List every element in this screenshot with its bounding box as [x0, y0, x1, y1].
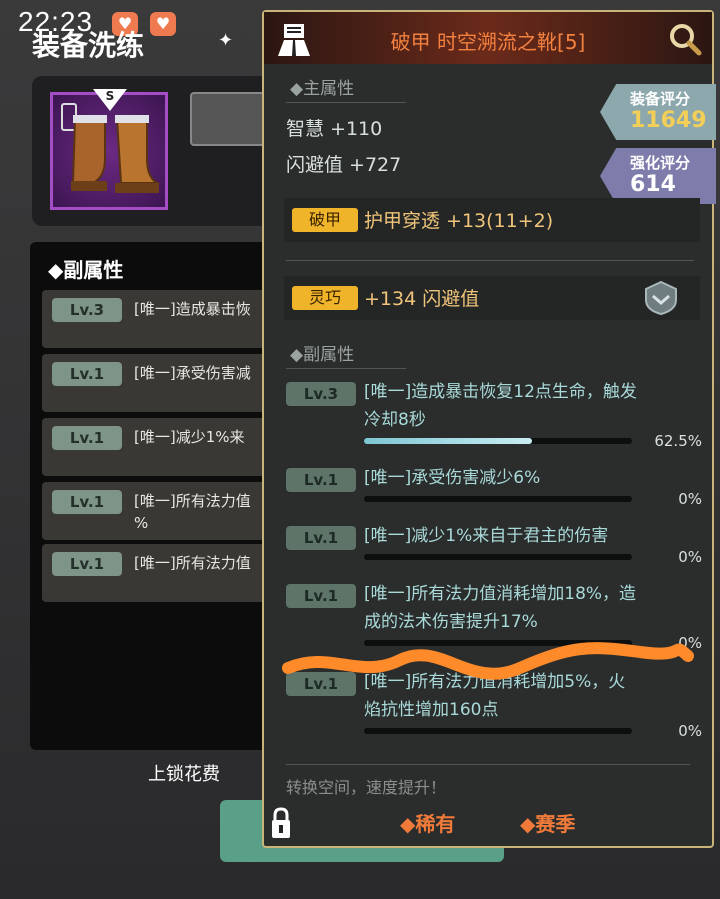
- divider: [286, 368, 406, 369]
- substat-text: [唯一]承受伤害减: [134, 364, 251, 382]
- left-substat-row[interactable]: Lv.1 [唯一]所有法力值: [42, 544, 270, 602]
- level-tag: Lv.1: [286, 468, 356, 492]
- progress-bar: [364, 728, 632, 734]
- level-tag: Lv.1: [52, 426, 122, 450]
- divider: [286, 102, 406, 103]
- enhance-score-label: 强化评分: [630, 154, 691, 172]
- substat-text: [唯一]减少1%来: [134, 428, 245, 446]
- level-tag: Lv.1: [52, 490, 122, 514]
- level-tag: Lv.1: [286, 584, 356, 608]
- effect-tag: 破甲: [292, 208, 358, 232]
- progress-percent: 0%: [678, 548, 702, 566]
- flavor-text: 转换空间，速度提升！: [286, 778, 447, 797]
- equip-score-flag: 装备评分 11649: [600, 84, 716, 140]
- level-tag: Lv.3: [52, 298, 122, 322]
- main-attr: 智慧 +110: [286, 118, 383, 140]
- equip-score-label: 装备评分: [630, 90, 691, 108]
- page-title: 装备洗练: [32, 29, 145, 62]
- substat-text-line2: %: [134, 514, 149, 532]
- effect-text: 护甲穿透 +13(11+2): [364, 210, 554, 232]
- substat-text: [唯一]减少1%来自于君主的伤害: [364, 526, 609, 546]
- effect-row: 破甲 护甲穿透 +13(11+2): [284, 198, 700, 242]
- level-tag: Lv.1: [52, 362, 122, 386]
- magnifier-icon[interactable]: [668, 22, 702, 56]
- substat-text: [唯一]造成暴击恢复12点生命，触发: [364, 382, 637, 402]
- left-substat-row[interactable]: Lv.1 [唯一]承受伤害减: [42, 354, 270, 412]
- boots-icon: [71, 115, 161, 193]
- level-tag: Lv.1: [52, 552, 122, 576]
- item-tooltip: 破甲 时空溯流之靴[5] ◆主属性 智慧 +110 闪避值 +727 装备评分 …: [262, 10, 716, 848]
- level-tag: Lv.1: [286, 526, 356, 550]
- divider: [286, 260, 694, 261]
- enhance-score-flag: 强化评分 614: [600, 148, 716, 204]
- left-substats-panel: ◆副属性 Lv.3 [唯一]造成暴击恢 Lv.1 [唯一]承受伤害减 Lv.1 …: [30, 242, 270, 750]
- progress-percent: 0%: [678, 722, 702, 740]
- shield-icon: [645, 280, 677, 316]
- left-substat-row[interactable]: Lv.1 [唯一]减少1%来: [42, 418, 270, 476]
- substat-text: 成的法术伤害提升17%: [364, 612, 538, 632]
- rarity-tag: ◆稀有: [400, 812, 456, 836]
- rank-badge: S: [93, 89, 127, 111]
- progress-bar: [364, 640, 632, 646]
- left-substat-row[interactable]: Lv.3 [唯一]造成暴击恢: [42, 290, 270, 348]
- arrow-icon[interactable]: ✦: [218, 30, 233, 51]
- tooltip-title: 破甲 时空溯流之靴[5]: [390, 30, 586, 54]
- main-attr-label: ◆主属性: [290, 79, 355, 99]
- lock-icon[interactable]: [270, 806, 292, 840]
- substat-text: [唯一]所有法力值消耗增加5%，火: [364, 672, 626, 692]
- progress-bar: [364, 554, 632, 560]
- effect-row: 灵巧 +134 闪避值: [284, 276, 700, 320]
- progress-bar: [364, 438, 632, 444]
- substat-text: [唯一]所有法力值: [134, 554, 251, 572]
- progress-bar: [364, 496, 632, 502]
- season-tag: ◆赛季: [520, 812, 576, 836]
- item-slot[interactable]: S: [50, 89, 168, 210]
- progress-percent: 0%: [678, 634, 702, 652]
- progress-percent: 62.5%: [654, 432, 702, 450]
- level-tag: Lv.1: [286, 672, 356, 696]
- left-substat-row[interactable]: Lv.1 [唯一]所有法力值 %: [42, 482, 270, 540]
- effect-tag: 灵巧: [292, 286, 358, 310]
- lock-cost-label: 上锁花费: [148, 764, 220, 785]
- material-slot[interactable]: [190, 92, 270, 146]
- substat-text: 冷却8秒: [364, 410, 426, 430]
- divider: [286, 764, 690, 765]
- level-tag: Lv.3: [286, 382, 356, 406]
- notification-icon: ♥: [150, 12, 176, 36]
- sub-attr-label: ◆副属性: [290, 345, 355, 365]
- substat-text: 焰抗性增加160点: [364, 700, 499, 720]
- substat-text: [唯一]承受伤害减少6%: [364, 468, 541, 488]
- equip-score-value: 11649: [630, 108, 707, 133]
- main-attr: 闪避值 +727: [286, 154, 402, 176]
- substat-text: [唯一]造成暴击恢: [134, 300, 251, 318]
- progress-percent: 0%: [678, 490, 702, 508]
- left-substats-title: ◆副属性: [48, 258, 124, 282]
- substat-text: [唯一]所有法力值消耗增加18%，造: [364, 584, 637, 604]
- enhance-score-value: 614: [630, 172, 676, 197]
- substat-text: [唯一]所有法力值: [134, 492, 251, 510]
- tooltip-header: 破甲 时空溯流之靴[5]: [264, 12, 712, 64]
- effect-text: +134 闪避值: [364, 288, 480, 310]
